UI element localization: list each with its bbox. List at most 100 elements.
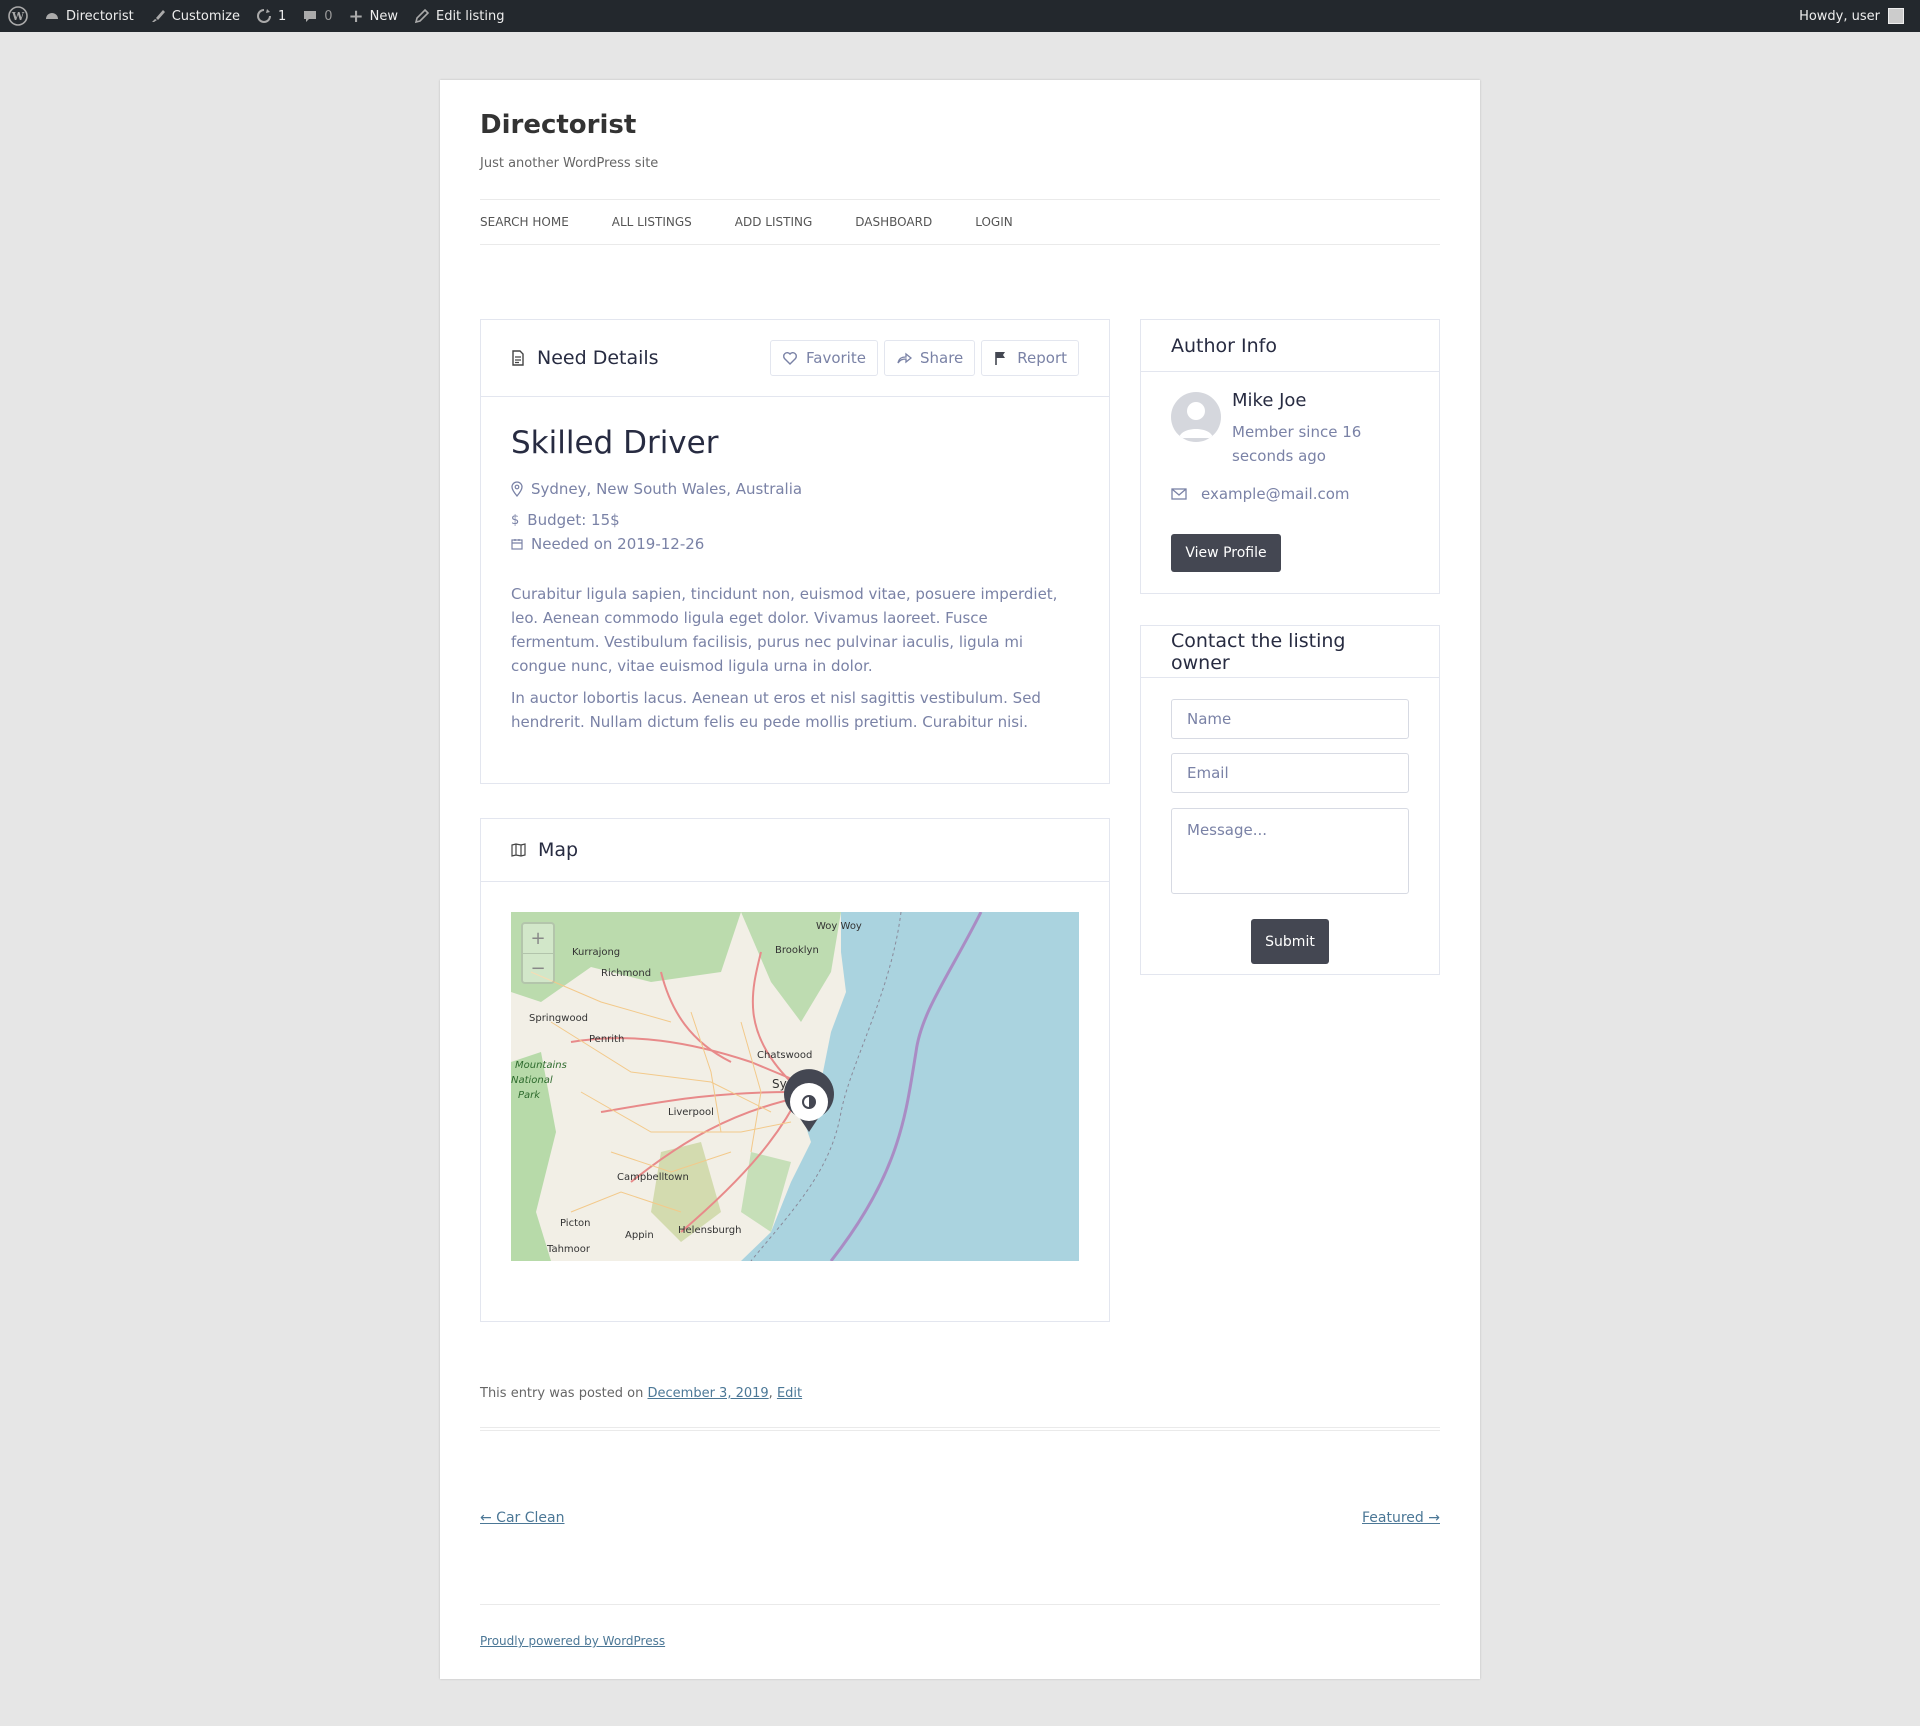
map-card: Map Woy Woy Kurrajong Brooklyn Richmond …	[480, 818, 1110, 1322]
author-member-since: Member since 16 seconds ago	[1232, 423, 1362, 465]
map-icon	[511, 843, 526, 857]
place-label: Mountains	[515, 1060, 567, 1071]
place-label: National	[511, 1075, 553, 1086]
admin-howdy: Howdy, user	[1799, 8, 1880, 24]
calendar-icon	[511, 539, 523, 550]
admin-bar: W Directorist Customize 1 0 + New Edit l…	[0, 0, 1920, 32]
map-heading: Map	[538, 839, 579, 861]
listing-budget: $ Budget: 15$	[511, 511, 620, 529]
place-label: Picton	[560, 1218, 590, 1229]
share-icon	[897, 352, 912, 364]
author-avatar	[1171, 392, 1221, 442]
place-label: Chatswood	[757, 1050, 812, 1061]
listing-location: Sydney, New South Wales, Australia	[511, 480, 802, 498]
place-label: Richmond	[601, 968, 651, 979]
contact-name-input[interactable]: Name	[1171, 699, 1409, 739]
admin-comments-count: 0	[324, 8, 333, 24]
site-description: Just another WordPress site	[480, 156, 659, 171]
favorite-label: Favorite	[806, 349, 866, 367]
place-label: Brooklyn	[775, 945, 819, 956]
main-navigation: SEARCH HOME ALL LISTINGS ADD LISTING DAS…	[480, 199, 1440, 245]
place-label: Kurrajong	[572, 947, 620, 958]
svg-text:W: W	[11, 10, 25, 23]
nav-item-all-listings[interactable]: ALL LISTINGS	[612, 215, 692, 229]
admin-site-name: Directorist	[66, 8, 134, 24]
budget-text: Budget: 15$	[527, 511, 620, 529]
listing-description-2: In auctor lobortis lacus. Aenean ut eros…	[511, 689, 1041, 731]
report-button[interactable]: Report	[981, 340, 1079, 376]
flag-icon	[995, 352, 1006, 365]
powered-by-link[interactable]: Proudly powered by WordPress	[480, 1634, 665, 1648]
wordpress-logo-icon[interactable]: W	[8, 6, 28, 26]
submit-button[interactable]: Submit	[1251, 919, 1329, 964]
envelope-icon	[1171, 488, 1187, 500]
place-label: Park	[518, 1090, 541, 1101]
admin-updates-count: 1	[277, 8, 287, 24]
nav-item-add-listing[interactable]: ADD LISTING	[735, 215, 813, 229]
site-title[interactable]: Directorist	[480, 110, 636, 140]
contact-message-textarea[interactable]: Message...	[1171, 808, 1409, 894]
author-heading: Author Info	[1171, 334, 1277, 357]
admin-updates-link[interactable]: 1	[256, 8, 286, 24]
listing-description-1: Curabitur ligula sapien, tincidunt non, …	[511, 585, 1058, 675]
listing-details-card: Need Details Favorite Share Report Skill…	[480, 319, 1110, 784]
edit-link[interactable]: Edit	[777, 1386, 802, 1401]
admin-edit-label: Edit listing	[435, 8, 505, 24]
nav-item-dashboard[interactable]: DASHBOARD	[855, 215, 932, 229]
updates-icon	[257, 9, 271, 23]
author-info-card: Author Info Mike Joe Member since 16 sec…	[1140, 319, 1440, 594]
place-label: Campbelltown	[617, 1172, 689, 1183]
entry-separator	[480, 1427, 1440, 1431]
entry-meta: This entry was posted on December 3, 201…	[480, 1386, 803, 1401]
map-tiles[interactable]: Woy Woy Kurrajong Brooklyn Richmond Spri…	[511, 912, 1079, 1261]
footer-divider	[480, 1604, 1440, 1605]
share-button[interactable]: Share	[883, 340, 976, 376]
admin-customize-link[interactable]: Customize	[150, 8, 240, 24]
location-text: Sydney, New South Wales, Australia	[531, 480, 803, 498]
avatar-silhouette-icon	[1179, 402, 1213, 438]
previous-post-link[interactable]: ← Car Clean	[480, 1510, 564, 1526]
contact-heading: Contact the listing owner	[1171, 629, 1346, 674]
nav-item-login[interactable]: LOGIN	[975, 215, 1013, 229]
heart-icon	[783, 352, 797, 365]
place-label: Penrith	[589, 1034, 624, 1045]
zoom-out-button[interactable]: −	[523, 953, 553, 982]
pencil-icon	[414, 8, 430, 24]
place-label: Liverpool	[668, 1107, 714, 1118]
dashboard-icon	[46, 13, 58, 19]
report-label: Report	[1017, 349, 1067, 367]
share-label: Share	[919, 349, 964, 367]
map-card-header: Map	[481, 819, 1109, 882]
needed-text: Needed on 2019-12-26	[531, 535, 705, 553]
admin-account-menu[interactable]: Howdy, user	[1799, 8, 1904, 24]
place-label: Sy	[772, 1077, 787, 1091]
contact-owner-card: Contact the listing owner Name Email Mes…	[1140, 625, 1440, 975]
favorite-button[interactable]: Favorite	[770, 340, 878, 376]
map-zoom-control: + −	[521, 922, 555, 984]
brush-icon	[151, 10, 165, 22]
posted-date-link[interactable]: December 3, 2019	[648, 1386, 769, 1401]
author-email[interactable]: example@mail.com	[1171, 485, 1350, 503]
admin-comments-link[interactable]: 0	[302, 8, 333, 24]
location-pin-icon	[511, 481, 523, 497]
plus-icon: +	[348, 5, 364, 27]
admin-customize-label: Customize	[171, 8, 240, 24]
next-post-link[interactable]: Featured →	[1362, 1510, 1440, 1526]
admin-new-label: New	[369, 8, 398, 24]
zoom-in-button[interactable]: +	[523, 924, 553, 953]
place-label: Appin	[625, 1230, 654, 1241]
listing-map[interactable]: Woy Woy Kurrajong Brooklyn Richmond Spri…	[511, 912, 1079, 1261]
post-navigation-next: Featured →	[1362, 1510, 1440, 1526]
user-avatar-icon	[1888, 8, 1904, 24]
listing-actions: Favorite Share Report	[770, 340, 1079, 376]
admin-edit-link[interactable]: Edit listing	[414, 8, 505, 24]
admin-new-link[interactable]: + New	[349, 6, 398, 27]
dollar-icon: $	[511, 512, 520, 528]
place-label: Tahmoor	[546, 1244, 591, 1255]
contact-email-input[interactable]: Email	[1171, 753, 1409, 793]
author-card-header: Author Info	[1141, 320, 1439, 372]
nav-item-search-home[interactable]: SEARCH HOME	[480, 215, 569, 229]
site-footer: Proudly powered by WordPress	[480, 1634, 665, 1648]
view-profile-button[interactable]: View Profile	[1171, 534, 1281, 572]
admin-site-link[interactable]: Directorist	[44, 8, 134, 24]
